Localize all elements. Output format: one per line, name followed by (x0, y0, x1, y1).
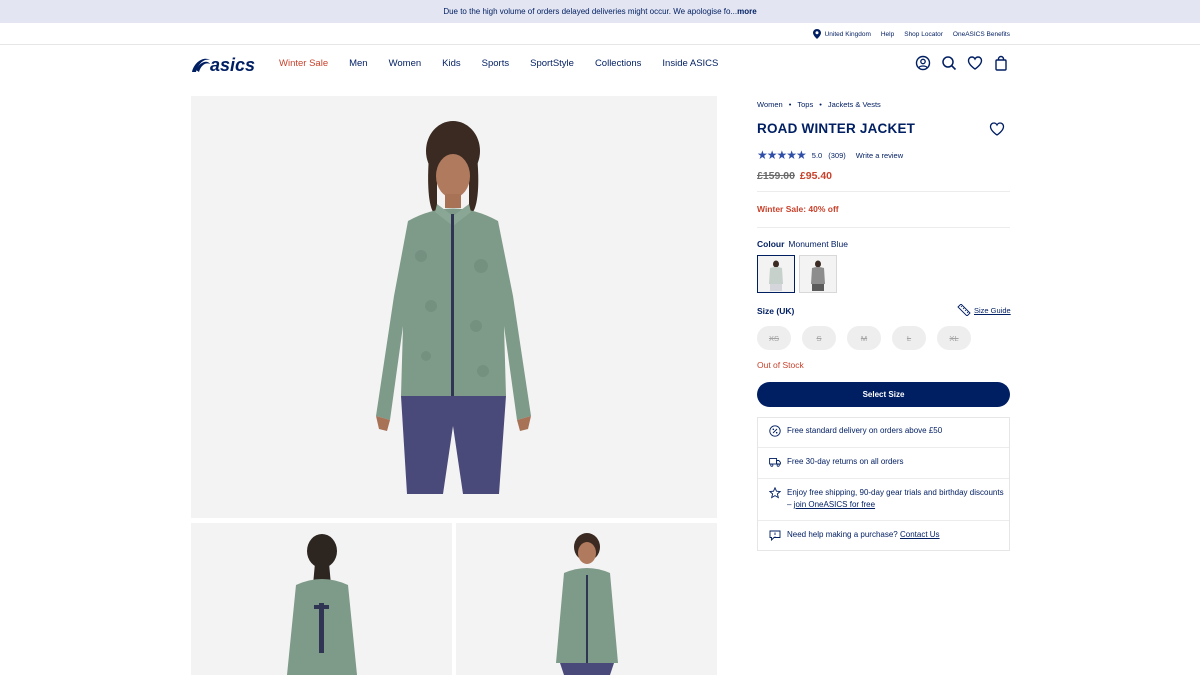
nav-item-sports[interactable]: Sports (482, 58, 509, 69)
rating-value: 5.0 (811, 150, 823, 160)
colour-info: Colour Monument Blue (757, 239, 848, 249)
wishlist-icon[interactable] (967, 55, 983, 71)
nav-item-winter-sale[interactable]: Winter Sale (279, 58, 328, 69)
breadcrumb-separator: • (788, 100, 792, 109)
benefit-returns-text: Free 30-day returns on all orders (787, 457, 904, 466)
divider (757, 191, 1010, 192)
size-option-s[interactable]: S (802, 326, 836, 350)
nav-item-kids[interactable]: Kids (442, 58, 460, 69)
rating-stars-icon: ★★★★★ (757, 148, 807, 162)
benefit-returns: Free 30-day returns on all orders (758, 456, 1009, 468)
location-selector[interactable]: United Kingdom (812, 29, 871, 39)
select-size-button[interactable]: Select Size (757, 382, 1010, 407)
colour-swatch[interactable] (799, 255, 837, 293)
benefit-help: Need help making a purchase? Contact Us (758, 529, 1009, 541)
header-divider (0, 44, 1200, 45)
size-options: XS S M L XL (757, 326, 971, 350)
nav-item-sportstyle[interactable]: SportStyle (530, 58, 574, 69)
size-guide-label: Size Guide (974, 305, 1011, 315)
benefits-panel: Free standard delivery on orders above £… (757, 417, 1010, 551)
divider (758, 520, 1009, 521)
bag-icon[interactable] (993, 55, 1009, 71)
utility-bar: United Kingdom Help Shop Locator OneASIC… (812, 27, 1010, 41)
search-icon[interactable] (941, 55, 957, 71)
benefit-delivery: Free standard delivery on orders above £… (758, 425, 1009, 437)
benefit-help-body: Need help making a purchase? Contact Us (787, 529, 940, 541)
location-label: United Kingdom (824, 30, 871, 38)
announcement-more-link[interactable]: more (737, 7, 757, 16)
benefit-help-text: Need help making a purchase? (787, 530, 898, 539)
write-review-link[interactable]: Write a review (856, 151, 903, 160)
breadcrumb: Women • Tops • Jackets & Vests (757, 100, 881, 109)
size-label: Size (UK) (757, 306, 795, 316)
size-option-xl[interactable]: XL (937, 326, 971, 350)
divider (758, 447, 1009, 448)
product-main-image[interactable] (191, 96, 717, 518)
asics-logo[interactable]: asics (190, 52, 260, 78)
benefit-membership: Enjoy free shipping, 90-day gear trials … (758, 487, 1009, 511)
size-option-m[interactable]: M (847, 326, 881, 350)
size-option-xs[interactable]: XS (757, 326, 791, 350)
breadcrumb-women[interactable]: Women (757, 100, 783, 109)
announcement-text: Due to the high volume of orders delayed… (443, 7, 738, 16)
breadcrumb-separator: • (819, 100, 822, 109)
breadcrumb-tops[interactable]: Tops (797, 100, 813, 109)
colour-value: Monument Blue (788, 239, 848, 249)
original-price: £159.00 (757, 170, 795, 182)
join-oneasics-link[interactable]: join OneASICS for free (794, 500, 875, 509)
divider (758, 478, 1009, 479)
shop-locator-link[interactable]: Shop Locator (904, 31, 943, 38)
contact-us-link[interactable]: Contact Us (900, 530, 940, 539)
star-icon (769, 487, 781, 499)
help-link[interactable]: Help (881, 31, 894, 38)
oneasics-benefits-link[interactable]: OneASICS Benefits (953, 31, 1010, 38)
colour-label: Colour (757, 239, 785, 249)
nav-item-women[interactable]: Women (389, 58, 422, 69)
ruler-icon (957, 304, 971, 316)
sale-price: £95.40 (799, 170, 833, 182)
product-title: ROAD WINTER JACKET (757, 121, 916, 136)
benefit-membership-body: Enjoy free shipping, 90-day gear trials … (787, 487, 1009, 511)
review-count[interactable]: (309) (828, 151, 846, 160)
price: £159.00 £95.40 (757, 170, 832, 182)
account-icon[interactable] (915, 55, 931, 71)
divider (757, 227, 1010, 228)
truck-icon (769, 458, 781, 467)
nav-item-collections[interactable]: Collections (595, 58, 641, 69)
chat-help-icon (769, 530, 781, 541)
nav-item-men[interactable]: Men (349, 58, 367, 69)
size-guide-link[interactable]: Size Guide (957, 304, 1011, 316)
header-actions (915, 55, 1009, 71)
product-alt-image[interactable] (456, 523, 717, 675)
product-back-image[interactable] (191, 523, 452, 675)
promo-text: Winter Sale: 40% off (757, 204, 839, 214)
add-to-wishlist-icon[interactable] (989, 121, 1005, 137)
location-pin-icon (812, 29, 821, 39)
stock-status: Out of Stock (757, 360, 804, 370)
breadcrumb-jackets[interactable]: Jackets & Vests (828, 100, 881, 109)
colour-swatch-selected[interactable] (757, 255, 795, 293)
discount-icon (769, 425, 781, 437)
logo-wordmark: asics (210, 55, 255, 75)
nav-item-inside-asics[interactable]: Inside ASICS (662, 58, 718, 69)
announcement-bar: Due to the high volume of orders delayed… (0, 0, 1200, 23)
product-rating: ★★★★★ 5.0 (309) Write a review (757, 148, 903, 162)
size-option-l[interactable]: L (892, 326, 926, 350)
main-nav: Winter Sale Men Women Kids Sports SportS… (279, 58, 718, 69)
benefit-delivery-text: Free standard delivery on orders above £… (787, 426, 943, 435)
